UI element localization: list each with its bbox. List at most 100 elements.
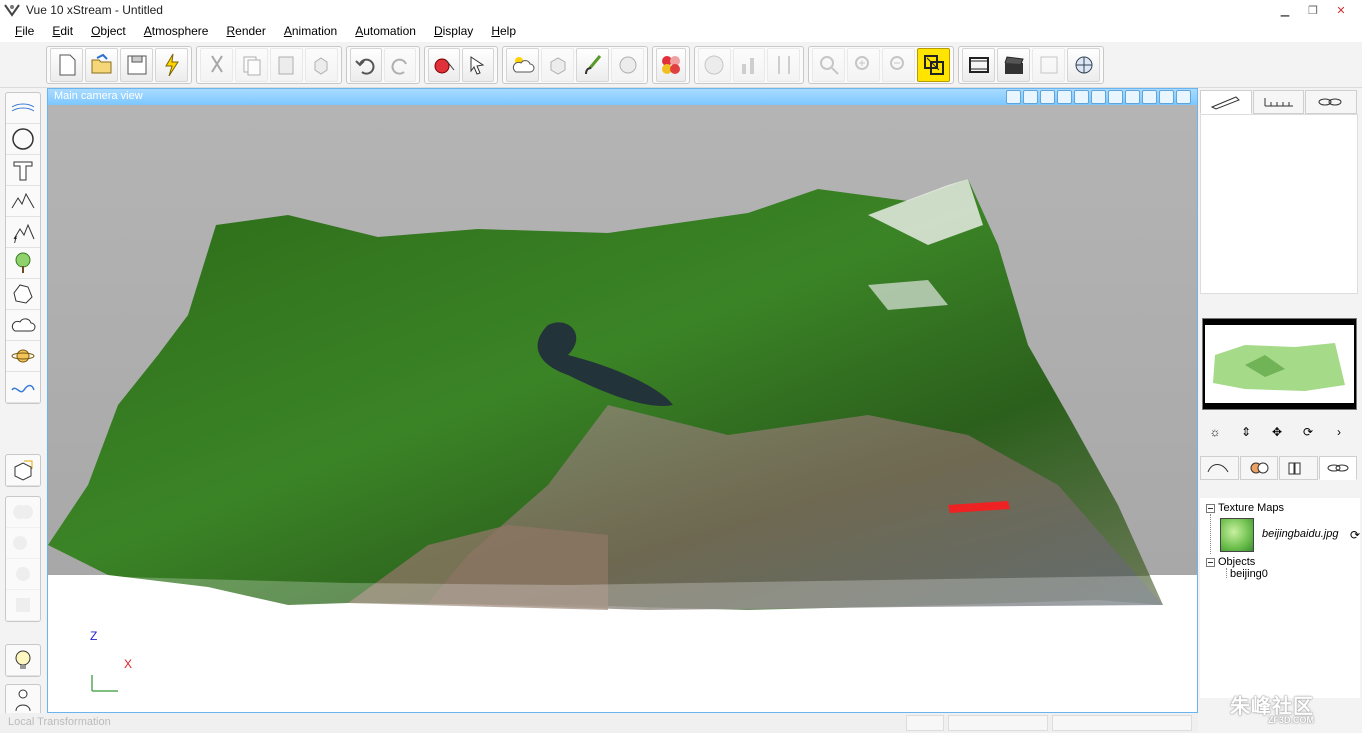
menu-animation[interactable]: Animation (275, 24, 346, 38)
text-t-icon (13, 161, 33, 181)
red-sphere-arrow-icon (434, 58, 455, 74)
cut-button[interactable] (200, 48, 233, 82)
terrain-tool[interactable] (6, 186, 40, 217)
objects-node[interactable]: Objects (1206, 556, 1255, 568)
viewport-fit-icon[interactable] (1006, 90, 1021, 104)
atmosphere-editor-button[interactable] (506, 48, 539, 82)
viewport-quality-icon[interactable] (1057, 90, 1072, 104)
viewport-grid-icon[interactable] (1091, 90, 1106, 104)
rock-tool[interactable] (6, 279, 40, 310)
intersect-tool[interactable] (6, 559, 40, 590)
texture-maps-node[interactable]: Texture Maps (1206, 502, 1284, 514)
text-tool[interactable] (6, 155, 40, 186)
viewport-prev-icon[interactable] (1108, 90, 1123, 104)
zoom-in-button[interactable] (847, 48, 880, 82)
terrain-editor-button[interactable] (611, 48, 644, 82)
menu-display[interactable]: Display (425, 24, 482, 38)
union-tool[interactable] (6, 497, 40, 528)
fit-view-button[interactable] (917, 48, 950, 82)
copy-button[interactable] (235, 48, 268, 82)
sphere-tool[interactable] (6, 124, 40, 155)
light-tool[interactable] (6, 645, 40, 676)
select-button[interactable] (428, 48, 460, 82)
next-control-icon[interactable]: › (1324, 417, 1354, 447)
materials-button[interactable] (656, 48, 686, 82)
tab-animation[interactable] (1305, 90, 1358, 114)
menu-bar: File Edit Object Atmosphere Render Animation A… (0, 20, 1362, 42)
menu-atmosphere[interactable]: Atmosphere (135, 24, 218, 38)
collapse-icon[interactable] (1206, 503, 1215, 513)
character-tool[interactable] (6, 685, 40, 716)
viewport-edit-icon[interactable] (1159, 90, 1174, 104)
menu-file[interactable]: File (6, 24, 43, 38)
vue-app-icon[interactable] (4, 3, 20, 17)
viewport-orbit-icon[interactable] (1023, 90, 1038, 104)
save-icon (127, 55, 146, 75)
duplicate-button[interactable] (305, 48, 338, 82)
zoom-out-button[interactable] (882, 48, 915, 82)
object-editor-button[interactable] (541, 48, 574, 82)
zoom-region-button[interactable] (812, 48, 845, 82)
animation-button[interactable] (997, 48, 1030, 82)
menu-render[interactable]: Render (217, 24, 274, 38)
viewport-zoom-icon[interactable] (1074, 90, 1089, 104)
tab-library[interactable] (1279, 456, 1318, 480)
texture-file-name[interactable]: beijingbaidu.jpg (1262, 528, 1338, 540)
light-control-icon[interactable]: ☼ (1200, 417, 1230, 447)
viewport-save-icon[interactable] (1176, 90, 1191, 104)
tab-numerics[interactable] (1252, 90, 1305, 114)
undo-button[interactable] (350, 48, 382, 82)
viewport-camera-icon[interactable] (1125, 90, 1140, 104)
align-button[interactable] (767, 48, 801, 82)
minimize-icon[interactable]: ▁ (1274, 2, 1296, 18)
viewport-next-icon[interactable] (1142, 90, 1157, 104)
zoom-tool-group (808, 46, 954, 84)
render-area-button[interactable] (962, 48, 995, 82)
menu-edit[interactable]: Edit (43, 24, 82, 38)
collapse-icon[interactable] (1206, 557, 1215, 567)
tab-materials[interactable] (1239, 456, 1278, 480)
svg-text:f: f (14, 235, 18, 245)
redo-button[interactable] (384, 48, 416, 82)
statistics-button[interactable] (732, 48, 766, 82)
render-options-button[interactable] (1067, 48, 1100, 82)
viewport-header: Main camera view (48, 89, 1197, 105)
render-region-button[interactable] (1032, 48, 1065, 82)
save-scene-button[interactable] (120, 48, 153, 82)
close-icon[interactable]: ✕ (1330, 2, 1352, 18)
texture-thumbnail[interactable] (1220, 518, 1254, 552)
tab-links[interactable] (1318, 456, 1357, 480)
quick-render-button[interactable] (155, 48, 188, 82)
plant-tool[interactable] (6, 248, 40, 279)
difference-tool[interactable] (6, 528, 40, 559)
tab-aspect[interactable] (1200, 90, 1252, 114)
plane-tool[interactable] (6, 93, 40, 124)
main-camera-viewport[interactable]: Main camera view Z X (47, 88, 1198, 713)
new-scene-button[interactable] (50, 48, 83, 82)
tab-objects[interactable] (1200, 456, 1239, 480)
sphere-view-button[interactable] (698, 48, 731, 82)
menu-object[interactable]: Object (82, 24, 135, 38)
up-down-icon[interactable]: ⇕ (1231, 417, 1261, 447)
water-tool[interactable] (6, 372, 40, 403)
viewport-display-icon[interactable] (1040, 90, 1055, 104)
restore-icon[interactable]: ❐ (1302, 2, 1324, 18)
procedural-terrain-tool[interactable]: f (6, 217, 40, 248)
menu-help[interactable]: Help (482, 24, 525, 38)
metablob-tool[interactable] (6, 590, 40, 621)
load-object-tool[interactable] (6, 455, 40, 486)
cloud-tool[interactable] (6, 310, 40, 341)
window-title: Vue 10 xStream - Untitled (26, 3, 163, 17)
pan-control-icon[interactable]: ✥ (1262, 417, 1292, 447)
terrain-render (48, 105, 1197, 712)
pencil-icon (1210, 96, 1240, 110)
move-button[interactable] (462, 48, 494, 82)
planet-tool[interactable] (6, 341, 40, 372)
rotate-control-icon[interactable]: ⟳ (1293, 417, 1323, 447)
object-item[interactable]: beijing0 (1230, 568, 1268, 580)
material-editor-button[interactable] (576, 48, 609, 82)
open-scene-button[interactable] (85, 48, 118, 82)
paste-button[interactable] (270, 48, 303, 82)
refresh-icon[interactable]: ⟳ (1350, 528, 1360, 542)
menu-automation[interactable]: Automation (346, 24, 425, 38)
